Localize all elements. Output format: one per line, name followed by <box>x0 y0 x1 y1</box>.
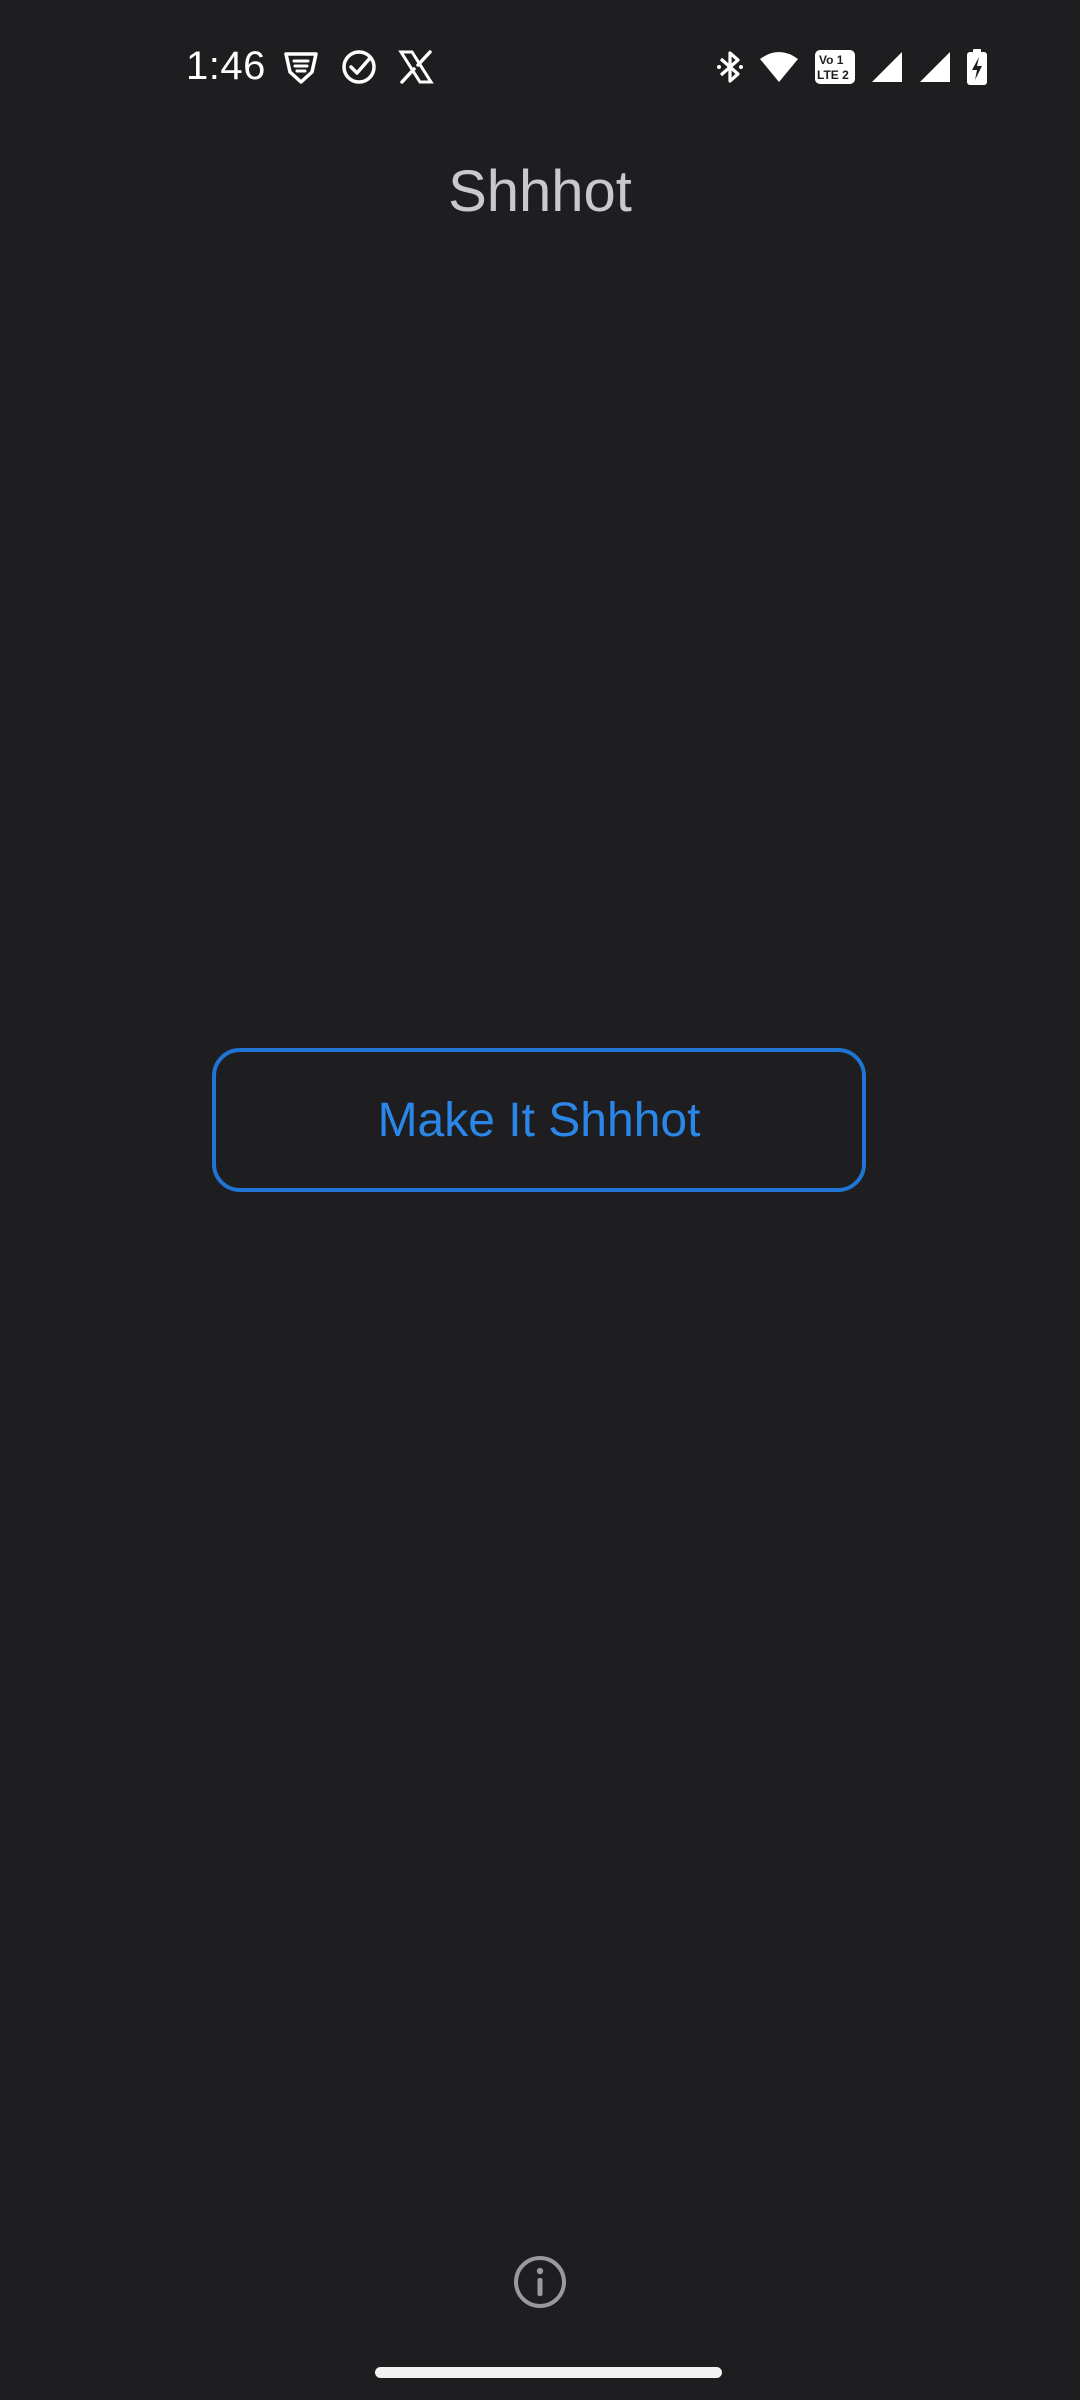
info-button[interactable] <box>512 2254 568 2310</box>
volte-icon: Vo 1 LTE 2 <box>814 49 856 85</box>
make-it-shhhot-button[interactable]: Make It Shhhot <box>212 1048 866 1192</box>
status-time: 1:46 <box>186 44 266 88</box>
system-icons: Vo 1 LTE 2 <box>716 48 988 86</box>
x-logo-icon <box>398 49 434 85</box>
wifi-icon <box>758 50 800 84</box>
battery-charging-icon <box>966 48 988 86</box>
notification-icons <box>282 48 434 86</box>
brave-shield-icon <box>282 48 320 86</box>
app-title: Shhhot <box>448 159 632 224</box>
signal-icon <box>918 50 952 84</box>
svg-text:Vo 1: Vo 1 <box>819 53 844 67</box>
status-bar: 1:46 Vo 1 LTE 2 <box>0 0 1080 130</box>
check-circle-icon <box>340 48 378 86</box>
bluetooth-icon <box>716 48 744 86</box>
svg-text:LTE 2: LTE 2 <box>817 68 849 82</box>
app-screen: 1:46 Vo 1 LTE 2 Shhhot Make It Shhhot <box>0 0 1080 2400</box>
gesture-nav-bar[interactable] <box>375 2367 722 2378</box>
info-icon <box>512 2254 568 2310</box>
signal-icon <box>870 50 904 84</box>
